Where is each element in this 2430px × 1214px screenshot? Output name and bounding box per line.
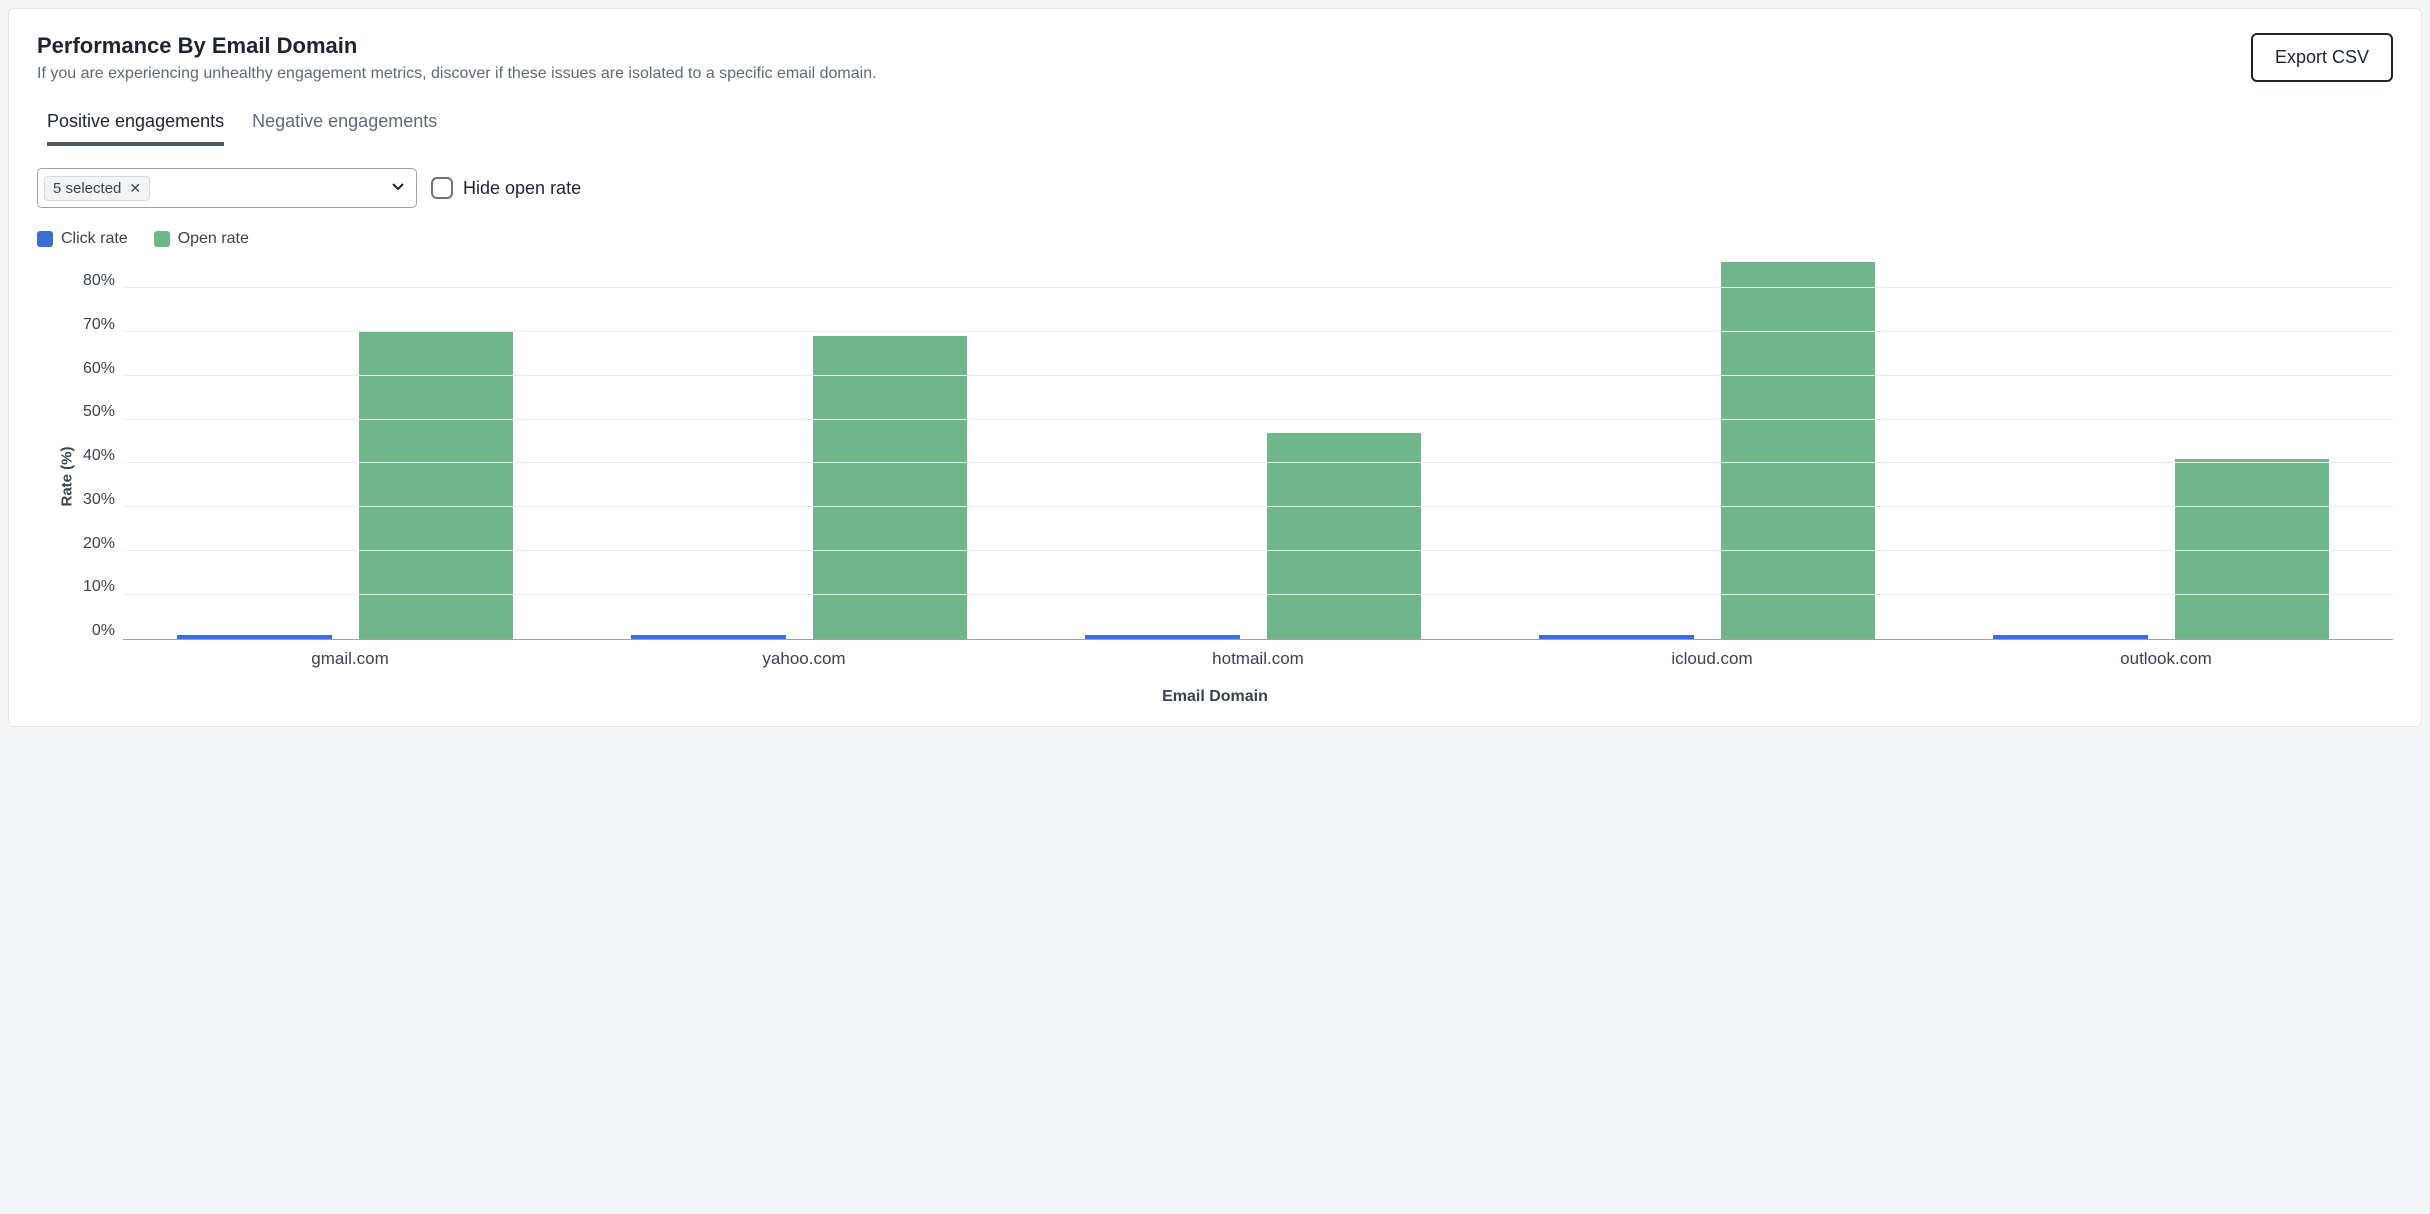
chart-bar-groups bbox=[123, 266, 2393, 639]
x-tick: icloud.com bbox=[1485, 649, 1939, 669]
header-text-block: Performance By Email Domain If you are e… bbox=[37, 33, 877, 83]
engagement-tabs: Positive engagements Negative engagement… bbox=[37, 111, 2393, 146]
checkbox-icon bbox=[431, 177, 453, 199]
tab-negative-engagements[interactable]: Negative engagements bbox=[252, 111, 437, 146]
legend-label-click: Click rate bbox=[61, 230, 128, 248]
chart-legend: Click rate Open rate bbox=[37, 230, 2393, 248]
tab-positive-engagements[interactable]: Positive engagements bbox=[47, 111, 224, 146]
x-tick: gmail.com bbox=[123, 649, 577, 669]
y-tick: 10% bbox=[83, 578, 115, 596]
x-tick: outlook.com bbox=[1939, 649, 2393, 669]
x-axis-label: Email Domain bbox=[37, 688, 2393, 706]
y-tick: 80% bbox=[83, 272, 115, 290]
legend-swatch-green bbox=[154, 231, 170, 247]
card-title: Performance By Email Domain bbox=[37, 33, 877, 59]
legend-item-click-rate: Click rate bbox=[37, 230, 128, 248]
clear-selection-icon[interactable]: ✕ bbox=[129, 180, 141, 197]
gridline bbox=[123, 594, 2393, 595]
x-axis-tick-labels: gmail.comyahoo.comhotmail.comicloud.como… bbox=[123, 639, 2393, 669]
bar-open-rate[interactable] bbox=[359, 332, 513, 639]
bar-group bbox=[1485, 266, 1939, 639]
chart-plot: gmail.comyahoo.comhotmail.comicloud.como… bbox=[123, 266, 2393, 640]
gridline bbox=[123, 287, 2393, 288]
y-tick: 30% bbox=[83, 491, 115, 509]
gridline bbox=[123, 462, 2393, 463]
y-axis-label: Rate (%) bbox=[59, 446, 76, 506]
card-header: Performance By Email Domain If you are e… bbox=[37, 33, 2393, 83]
chart-controls: 5 selected ✕ Hide open rate bbox=[37, 168, 2393, 208]
performance-by-domain-card: Performance By Email Domain If you are e… bbox=[8, 8, 2422, 727]
bar-group bbox=[1031, 266, 1485, 639]
selected-count-label: 5 selected bbox=[53, 180, 121, 197]
y-tick: 60% bbox=[83, 360, 115, 378]
y-axis-label-col: Rate (%) bbox=[37, 266, 63, 686]
y-tick: 40% bbox=[83, 447, 115, 465]
x-tick: hotmail.com bbox=[1031, 649, 1485, 669]
export-csv-button[interactable]: Export CSV bbox=[2251, 33, 2393, 82]
legend-swatch-blue bbox=[37, 231, 53, 247]
y-tick: 50% bbox=[83, 403, 115, 421]
bar-group bbox=[577, 266, 1031, 639]
chevron-down-icon bbox=[390, 178, 406, 199]
x-tick: yahoo.com bbox=[577, 649, 1031, 669]
hide-open-rate-toggle[interactable]: Hide open rate bbox=[431, 177, 581, 199]
gridline bbox=[123, 550, 2393, 551]
gridline bbox=[123, 375, 2393, 376]
bar-open-rate[interactable] bbox=[2175, 459, 2329, 639]
bar-group bbox=[1939, 266, 2393, 639]
gridline bbox=[123, 419, 2393, 420]
y-tick: 20% bbox=[83, 535, 115, 553]
gridline bbox=[123, 506, 2393, 507]
bar-open-rate[interactable] bbox=[1721, 262, 1875, 639]
y-tick: 0% bbox=[92, 622, 115, 640]
bar-group bbox=[123, 266, 577, 639]
domain-multiselect[interactable]: 5 selected ✕ bbox=[37, 168, 417, 208]
selected-count-chip[interactable]: 5 selected ✕ bbox=[44, 176, 150, 201]
chart-area: Rate (%) 80% 70% 60% 50% 40% 30% 20% 10% 0% gmai… bbox=[37, 266, 2393, 686]
legend-item-open-rate: Open rate bbox=[154, 230, 249, 248]
y-tick: 70% bbox=[83, 316, 115, 334]
gridline bbox=[123, 331, 2393, 332]
legend-label-open: Open rate bbox=[178, 230, 249, 248]
hide-open-rate-label: Hide open rate bbox=[463, 178, 581, 199]
card-subtitle: If you are experiencing unhealthy engage… bbox=[37, 65, 877, 83]
bar-open-rate[interactable] bbox=[1267, 433, 1421, 639]
